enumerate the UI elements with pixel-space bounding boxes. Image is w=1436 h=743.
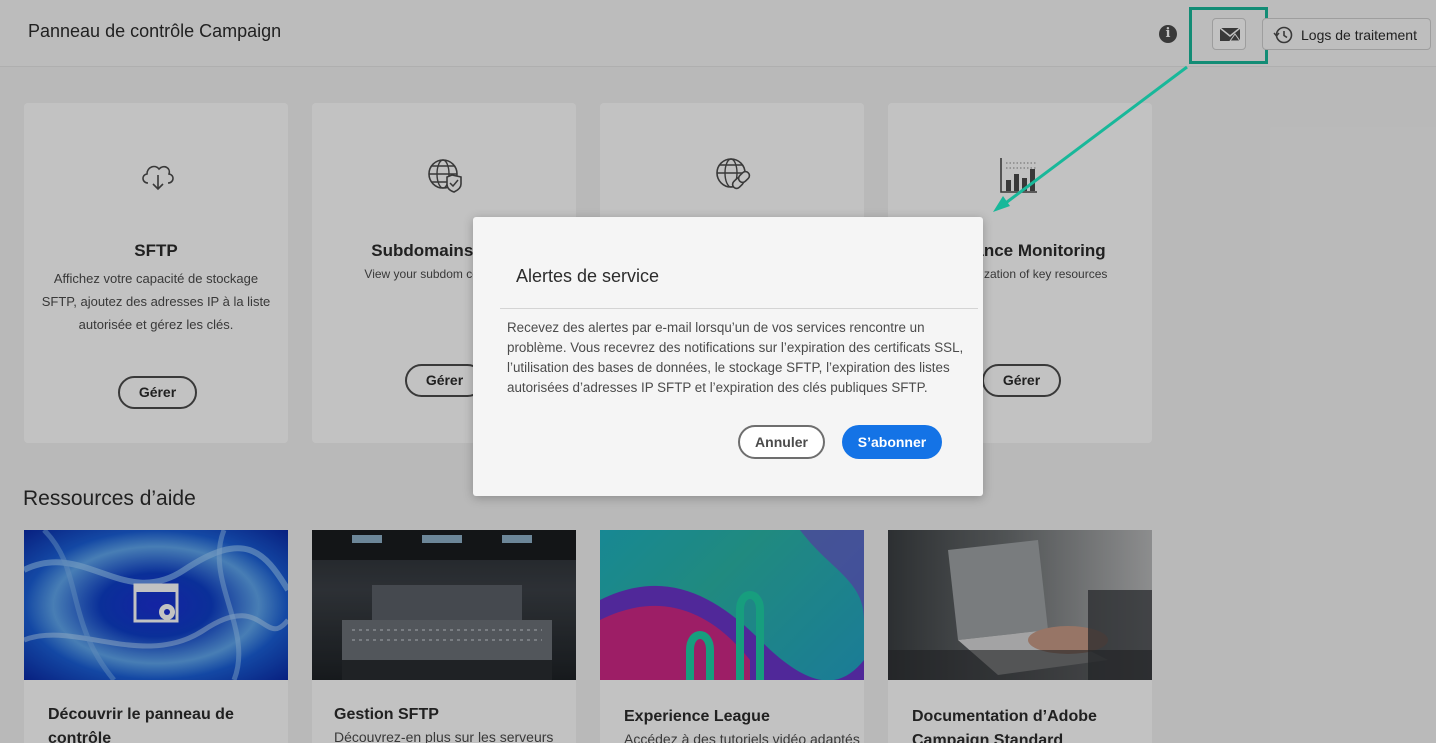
dialog-body: Recevez des alertes par e-mail lorsqu’un… xyxy=(507,320,964,395)
cancel-button[interactable]: Annuler xyxy=(738,425,825,459)
dialog-title: Alertes de service xyxy=(516,266,660,286)
dialog-divider xyxy=(500,308,978,309)
service-alerts-dialog: Alertes de service Recevez des alertes p… xyxy=(473,217,983,496)
subscribe-button[interactable]: S’abonner xyxy=(842,425,942,459)
